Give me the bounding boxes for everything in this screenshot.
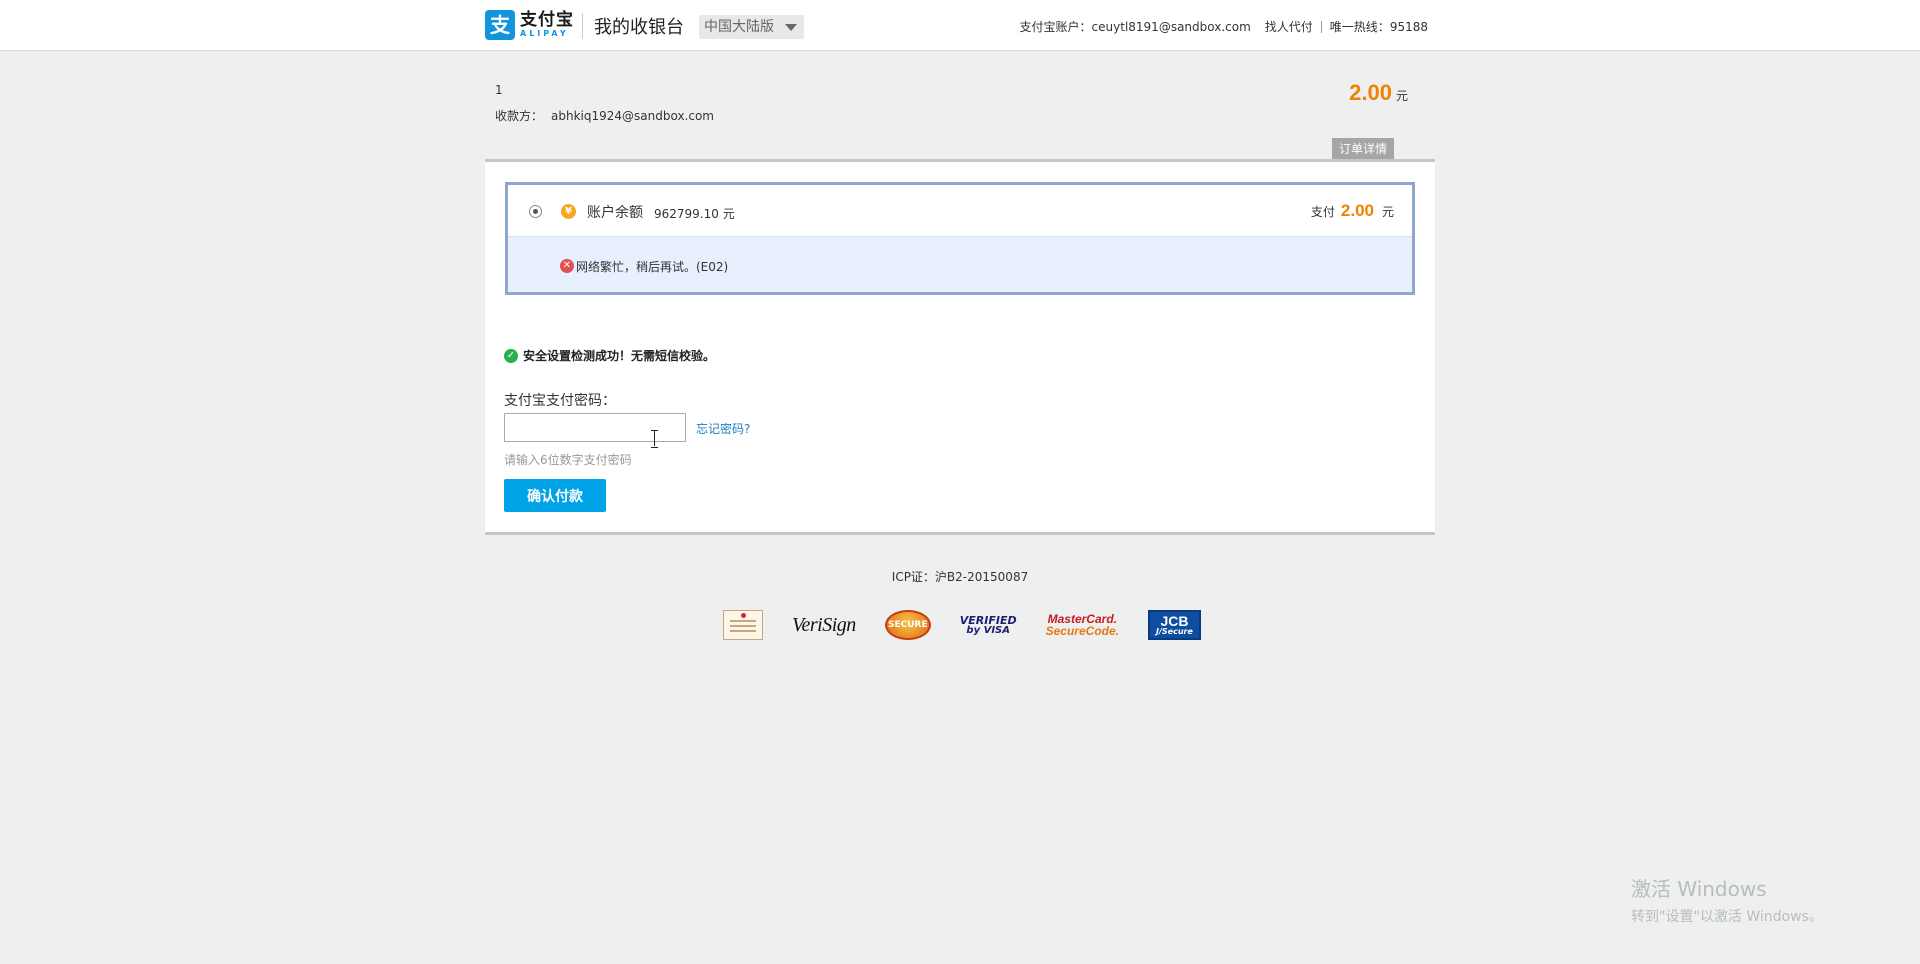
region-label: 中国大陆版 [704, 19, 774, 35]
payee: 收款方： abhkiq1924@sandbox.com [495, 107, 714, 124]
logo-en: ALIPAY [520, 29, 569, 38]
error-text: 网络繁忙，稍后再试。(E02) [576, 260, 729, 274]
password-label: 支付宝支付密码： [504, 393, 616, 409]
visa-line2: by VISA [966, 624, 1010, 636]
header-inner: 支 支付宝 ALIPAY 我的收银台 中国大陆版 支付宝账户： ceuytl81… [485, 0, 1428, 51]
alipay-logo-icon: 支 [485, 10, 515, 40]
hotline-value: 95188 [1389, 19, 1428, 34]
pay-amount: 支付 2.00 元 [1311, 201, 1394, 221]
find-payer-link[interactable]: 找人代付 [1265, 18, 1313, 35]
cashier-title: 我的收银台 [594, 17, 684, 38]
trust-badges: VeriSign SECURE VERIFIED by VISA MasterC… [723, 608, 1230, 642]
visa-line1: VERIFIED [959, 613, 1017, 627]
account-value: ceuytl8191@sandbox.com [1091, 19, 1251, 34]
jcb-jsecure-badge[interactable]: JCB J/Secure [1147, 610, 1201, 640]
header-divider [1320, 20, 1322, 33]
chevron-down-icon [785, 24, 797, 31]
total-amount: 2.00 [1349, 80, 1392, 105]
order-detail-button[interactable]: 订单详情 [1332, 138, 1394, 160]
certificate-badge-icon[interactable] [723, 610, 763, 640]
payee-label: 收款方： [495, 109, 544, 123]
check-circle-icon: ✓ [504, 348, 518, 363]
jcb-line2: J/Secure [1156, 627, 1193, 636]
security-check: ✓ 安全设置检测成功！无需短信校验。 [504, 347, 715, 364]
balance-method-row[interactable]: ¥ 账户余额 962799.10 元 支付 2.00 元 [508, 185, 1412, 237]
pay-unit: 元 [1381, 205, 1394, 219]
password-hint: 请输入6位数字支付密码 [504, 453, 632, 467]
top-header: 支 支付宝 ALIPAY 我的收银台 中国大陆版 支付宝账户： ceuytl81… [0, 0, 1920, 51]
verified-by-visa-badge[interactable]: VERIFIED by VISA [960, 615, 1017, 636]
mastercard-securecode-badge[interactable]: MasterCard. SecureCode. [1046, 613, 1119, 637]
forgot-password-link[interactable]: 忘记密码? [696, 420, 750, 437]
logo-text: 支付宝 ALIPAY [520, 11, 574, 39]
total-unit: 元 [1395, 89, 1408, 103]
text-cursor-icon [650, 430, 659, 448]
secure-badge[interactable]: SECURE [884, 610, 931, 640]
windows-activation-watermark: 激活 Windows 转到"设置"以激活 Windows。 [1631, 873, 1823, 926]
watermark-line2: 转到"设置"以激活 Windows。 [1631, 909, 1823, 925]
balance-label: 账户余额 [587, 205, 643, 221]
balance-radio[interactable] [529, 205, 542, 218]
yen-icon: ¥ [561, 204, 576, 219]
watermark-line1: 激活 Windows [1631, 877, 1767, 901]
order-total: 2.00 元 [1349, 80, 1408, 106]
icp-license: ICP证：沪B2-20150087 [891, 570, 1029, 584]
alipay-logo[interactable]: 支 支付宝 ALIPAY [485, 10, 574, 40]
pay-label: 支付 [1310, 205, 1335, 219]
payment-card: ¥ 账户余额 962799.10 元 支付 2.00 元 ✕ 网络繁忙，稍后再试… [485, 159, 1435, 535]
confirm-payment-button[interactable]: 确认付款 [504, 479, 606, 512]
balance-value: 962799.10 元 [654, 207, 735, 221]
order-number: 1 [495, 83, 503, 97]
jcb-line1: JCB [1160, 613, 1189, 629]
pay-amount-value: 2.00 [1340, 201, 1374, 220]
verisign-badge[interactable]: VeriSign [792, 614, 856, 637]
payment-method-box: ¥ 账户余额 962799.10 元 支付 2.00 元 ✕ 网络繁忙，稍后再试… [505, 182, 1415, 295]
payee-value: abhkiq1924@sandbox.com [551, 109, 714, 123]
error-icon: ✕ [560, 259, 574, 273]
error-message-row: ✕ 网络繁忙，稍后再试。(E02) [508, 237, 1412, 292]
mc-line2: SecureCode. [1045, 624, 1119, 638]
hotline-label: 唯一热线： [1329, 20, 1390, 34]
logo-divider [582, 13, 583, 39]
account-label: 支付宝账户： [1019, 20, 1092, 34]
region-dropdown[interactable]: 中国大陆版 [699, 15, 804, 39]
logo-cn: 支付宝 [520, 10, 574, 30]
header-account-area: 支付宝账户： ceuytl8191@sandbox.com 找人代付 唯一热线：… [1020, 18, 1428, 35]
security-check-text: 安全设置检测成功！无需短信校验。 [523, 349, 716, 363]
